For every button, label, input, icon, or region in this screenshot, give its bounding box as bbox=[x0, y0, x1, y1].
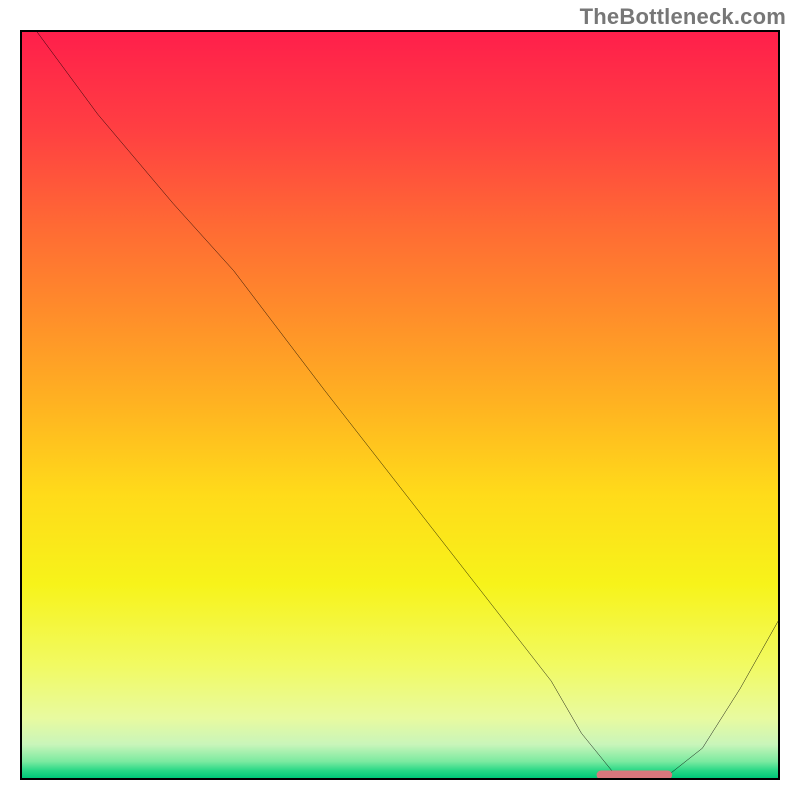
plot-area bbox=[20, 30, 780, 780]
optimal-marker bbox=[597, 771, 673, 778]
watermark-text: TheBottleneck.com bbox=[580, 4, 786, 30]
bottleneck-curve bbox=[37, 32, 778, 778]
curve-overlay bbox=[22, 32, 778, 778]
chart-stage: TheBottleneck.com bbox=[0, 0, 800, 800]
